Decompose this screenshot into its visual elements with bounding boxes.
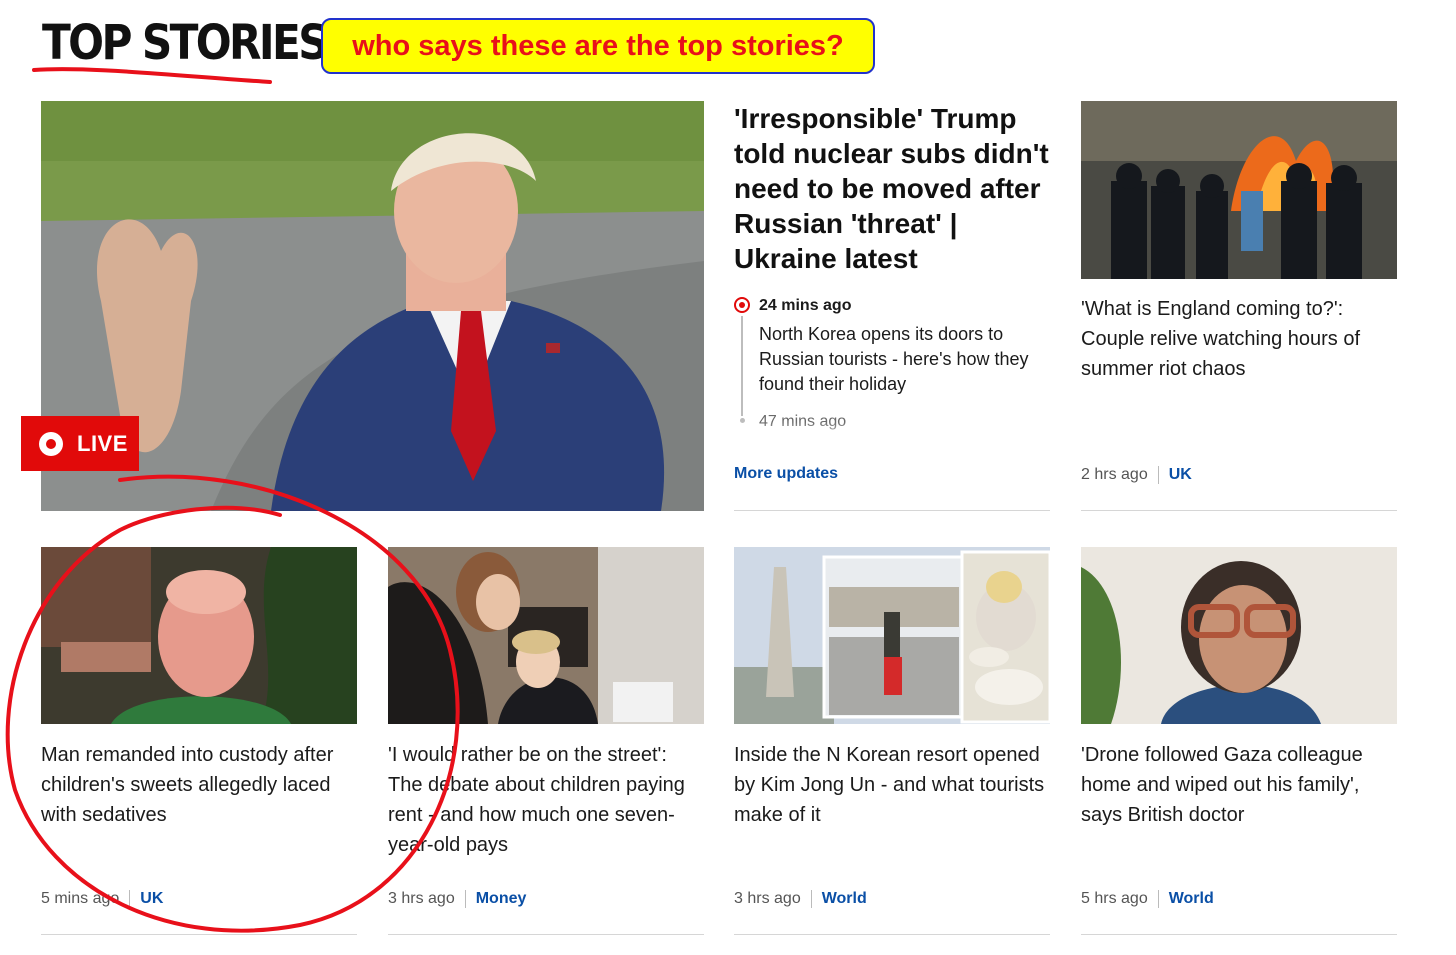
- divider: [41, 934, 357, 935]
- update-text[interactable]: North Korea opens its doors to Russian t…: [759, 322, 1054, 397]
- story-meta: 5 mins ago UK: [41, 890, 163, 908]
- lead-photo: [41, 101, 704, 511]
- meta-separator: [1157, 890, 1159, 908]
- meta-separator: [810, 890, 812, 908]
- side-story-headline[interactable]: 'What is England coming to?': Couple rel…: [1081, 294, 1397, 384]
- meta-separator: [1157, 466, 1159, 484]
- story-meta: 3 hrs ago World: [734, 890, 867, 908]
- divider: [1081, 510, 1397, 511]
- story-meta: 3 hrs ago Money: [388, 890, 526, 908]
- side-story-image[interactable]: [1081, 101, 1397, 279]
- story-image[interactable]: [388, 547, 704, 724]
- meta-separator: [129, 890, 131, 908]
- man-photo: [41, 547, 357, 724]
- divider: [734, 510, 1050, 511]
- story-image[interactable]: [1081, 547, 1397, 724]
- story-headline[interactable]: Inside the N Korean resort opened by Kim…: [734, 740, 1050, 830]
- lead-headline[interactable]: 'Irresponsible' Trump told nuclear subs …: [734, 101, 1054, 276]
- story-tag[interactable]: UK: [140, 890, 163, 908]
- story-meta: 5 hrs ago World: [1081, 890, 1214, 908]
- story-time: 5 hrs ago: [1081, 890, 1148, 907]
- story-tag[interactable]: World: [822, 890, 867, 908]
- story-time: 3 hrs ago: [388, 890, 455, 907]
- divider: [388, 934, 704, 935]
- story-headline[interactable]: 'Drone followed Gaza colleague home and …: [1081, 740, 1397, 830]
- doctor-photo: [1081, 547, 1397, 724]
- annotation-callout: who says these are the top stories?: [321, 18, 875, 74]
- divider: [1081, 934, 1397, 935]
- live-indicator-icon: [39, 431, 63, 456]
- side-story-meta: 2 hrs ago UK: [1081, 466, 1192, 484]
- more-updates-link[interactable]: More updates: [734, 465, 838, 483]
- story-tag[interactable]: World: [1169, 890, 1214, 908]
- story-time: 3 hrs ago: [734, 890, 801, 907]
- lead-story-image[interactable]: [41, 101, 704, 511]
- divider: [734, 934, 1050, 935]
- story-headline[interactable]: Man remanded into custody after children…: [41, 740, 357, 830]
- story-tag[interactable]: Money: [476, 890, 527, 908]
- meta-separator: [464, 890, 466, 908]
- story-time: 2 hrs ago: [1081, 466, 1148, 483]
- riot-photo: [1081, 101, 1397, 279]
- fade-overlay: [734, 422, 1054, 444]
- story-image[interactable]: [734, 547, 1050, 724]
- live-badge: LIVE: [21, 416, 139, 471]
- live-label: LIVE: [77, 430, 128, 456]
- story-time: 5 mins ago: [41, 890, 120, 907]
- update-time: 24 mins ago: [759, 297, 852, 314]
- story-image[interactable]: [41, 547, 357, 724]
- live-updates-feed: 24 mins ago North Korea opens its doors …: [734, 294, 1054, 444]
- north-korea-collage: [734, 547, 1050, 724]
- story-tag[interactable]: UK: [1169, 466, 1192, 484]
- live-update-dot-icon: [734, 297, 750, 313]
- title-underline: [32, 67, 272, 84]
- family-photo: [388, 547, 704, 724]
- story-headline[interactable]: 'I would rather be on the street': The d…: [388, 740, 704, 860]
- timeline-line: [741, 316, 743, 416]
